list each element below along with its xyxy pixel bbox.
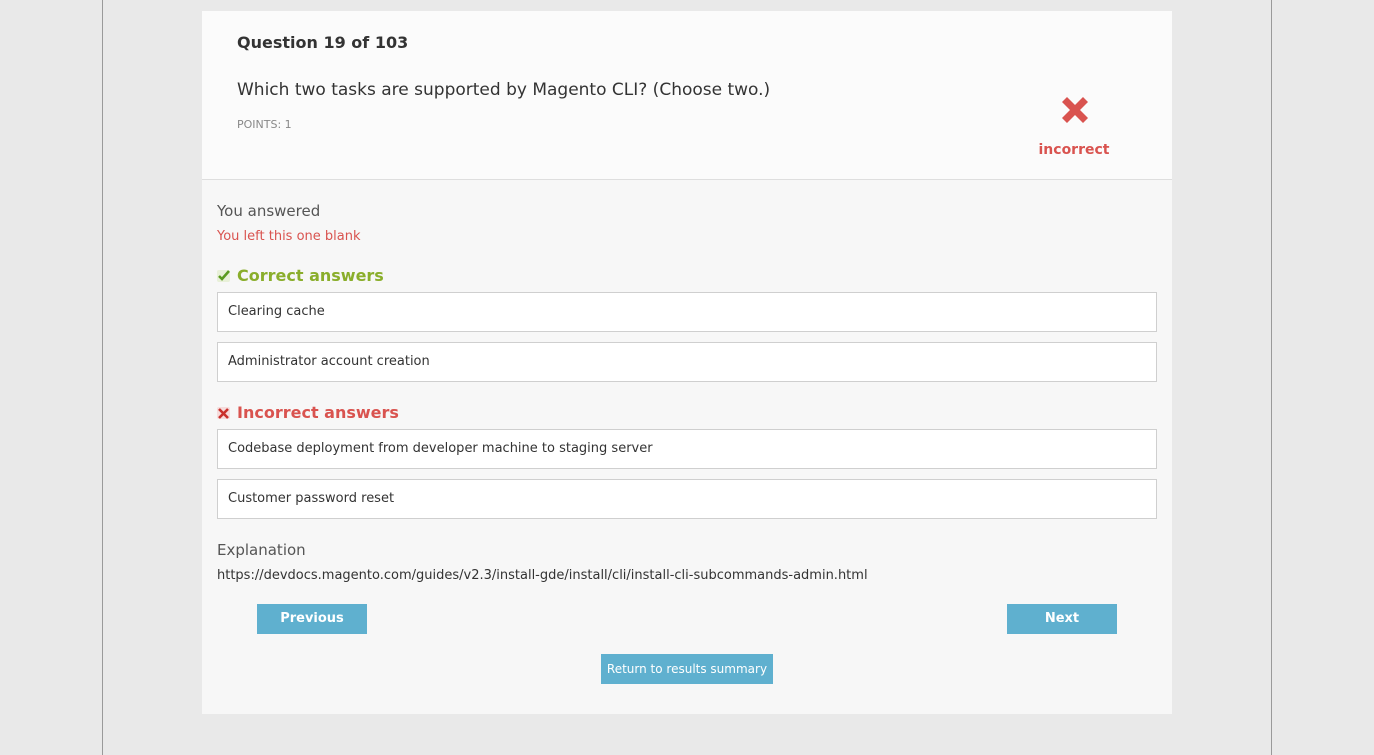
- question-number: Question 19 of 103: [237, 33, 409, 52]
- cross-icon: [1062, 97, 1088, 123]
- correct-answer-item: Administrator account creation: [217, 342, 1157, 382]
- question-text: Which two tasks are supported by Magento…: [237, 80, 771, 100]
- incorrect-answers-heading: Incorrect answers: [217, 403, 399, 422]
- previous-button[interactable]: Previous: [257, 604, 367, 634]
- question-points: POINTS: 1: [237, 118, 292, 131]
- explanation-link[interactable]: https://devdocs.magento.com/guides/v2.3/…: [217, 568, 868, 583]
- check-icon: [217, 269, 230, 282]
- correct-answers-heading: Correct answers: [217, 266, 384, 285]
- incorrect-answer-item: Codebase deployment from developer machi…: [217, 429, 1157, 469]
- next-button[interactable]: Next: [1007, 604, 1117, 634]
- incorrect-answer-item: Customer password reset: [217, 479, 1157, 519]
- result-label: incorrect: [1038, 142, 1110, 158]
- correct-answer-item: Clearing cache: [217, 292, 1157, 332]
- you-answered-heading: You answered: [217, 202, 321, 220]
- question-card: Question 19 of 103 Which two tasks are s…: [202, 11, 1172, 714]
- correct-answers-label: Correct answers: [237, 266, 384, 285]
- return-to-summary-button[interactable]: Return to results summary: [601, 654, 773, 684]
- blank-answer-note: You left this one blank: [217, 229, 361, 244]
- incorrect-answers-label: Incorrect answers: [237, 403, 399, 422]
- cross-icon: [217, 406, 230, 419]
- question-header: Question 19 of 103 Which two tasks are s…: [202, 11, 1172, 180]
- explanation-heading: Explanation: [217, 541, 306, 559]
